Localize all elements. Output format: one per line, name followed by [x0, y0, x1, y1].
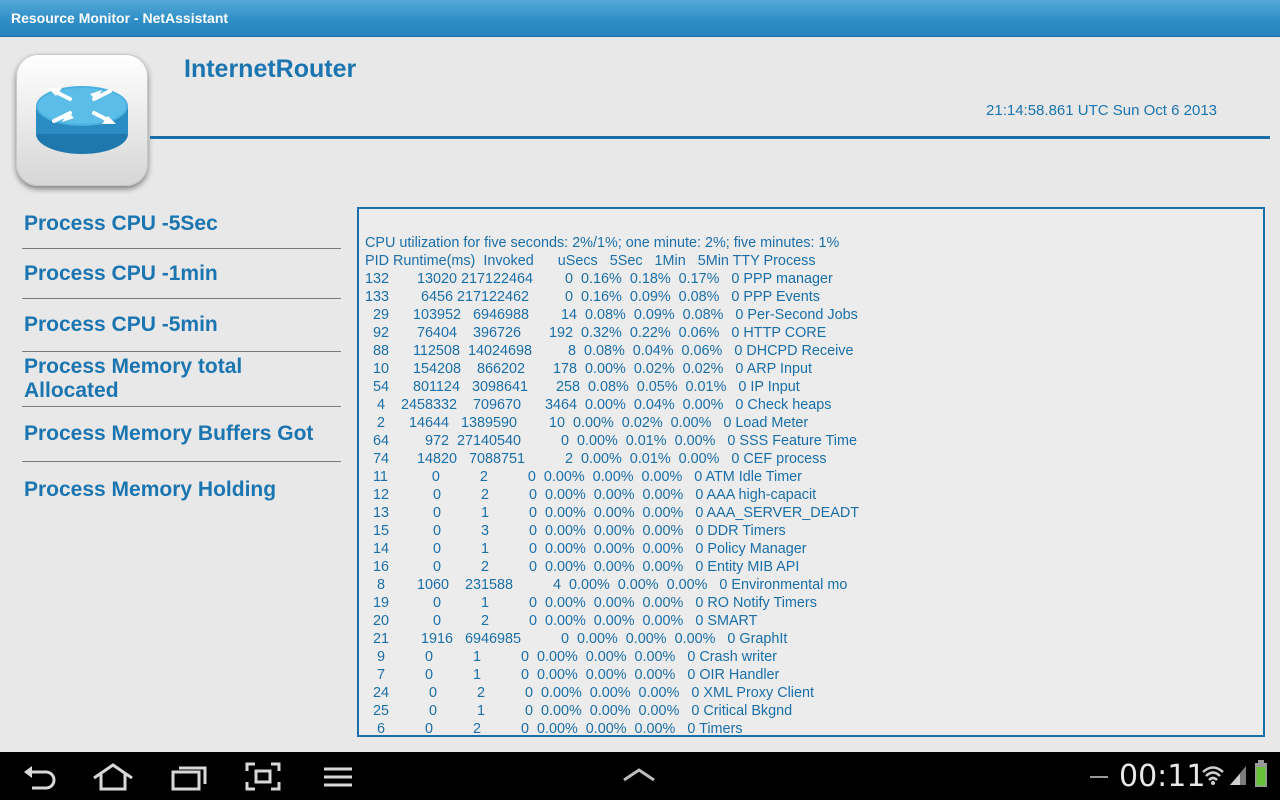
battery-icon	[1255, 760, 1267, 787]
router-icon	[36, 86, 128, 154]
screenshot-icon[interactable]	[245, 762, 281, 792]
status-clock: 00:11	[1119, 759, 1206, 794]
wifi-icon	[1202, 766, 1224, 785]
menu-item-process-memory-holding[interactable]: Process Memory Holding	[22, 462, 341, 517]
main-content: InternetRouter 21:14:58.861 UTC Sun Oct …	[0, 37, 1280, 752]
menu-icon[interactable]	[322, 762, 354, 792]
back-icon[interactable]	[20, 762, 58, 792]
home-icon[interactable]	[92, 762, 134, 792]
menu-item-process-cpu-5sec[interactable]: Process CPU -5Sec	[22, 199, 341, 249]
device-name: InternetRouter	[184, 55, 357, 83]
command-output-panel[interactable]: CPU utilization for five seconds: 2%/1%;…	[357, 207, 1265, 737]
report-menu: Process CPU -5Sec Process CPU -1min Proc…	[22, 199, 341, 517]
menu-item-process-memory-total[interactable]: Process Memory total Allocated	[22, 352, 341, 407]
router-logo	[16, 54, 148, 186]
app-title: Resource Monitor - NetAssistant	[11, 10, 229, 26]
chevron-up-icon[interactable]	[622, 768, 656, 782]
signal-icon	[1230, 766, 1246, 785]
recent-apps-icon[interactable]	[170, 762, 208, 792]
status-dash	[1090, 776, 1108, 778]
menu-item-process-memory-buffers[interactable]: Process Memory Buffers Got	[22, 407, 341, 462]
menu-item-process-cpu-1min[interactable]: Process CPU -1min	[22, 249, 341, 299]
title-bar: Resource Monitor - NetAssistant	[0, 0, 1280, 37]
command-output-text: CPU utilization for five seconds: 2%/1%;…	[365, 235, 860, 737]
system-navigation-bar: 00:11	[0, 752, 1280, 800]
header-divider	[150, 136, 1270, 139]
device-timestamp: 21:14:58.861 UTC Sun Oct 6 2013	[986, 102, 1217, 119]
menu-item-process-cpu-5min[interactable]: Process CPU -5min	[22, 299, 341, 352]
